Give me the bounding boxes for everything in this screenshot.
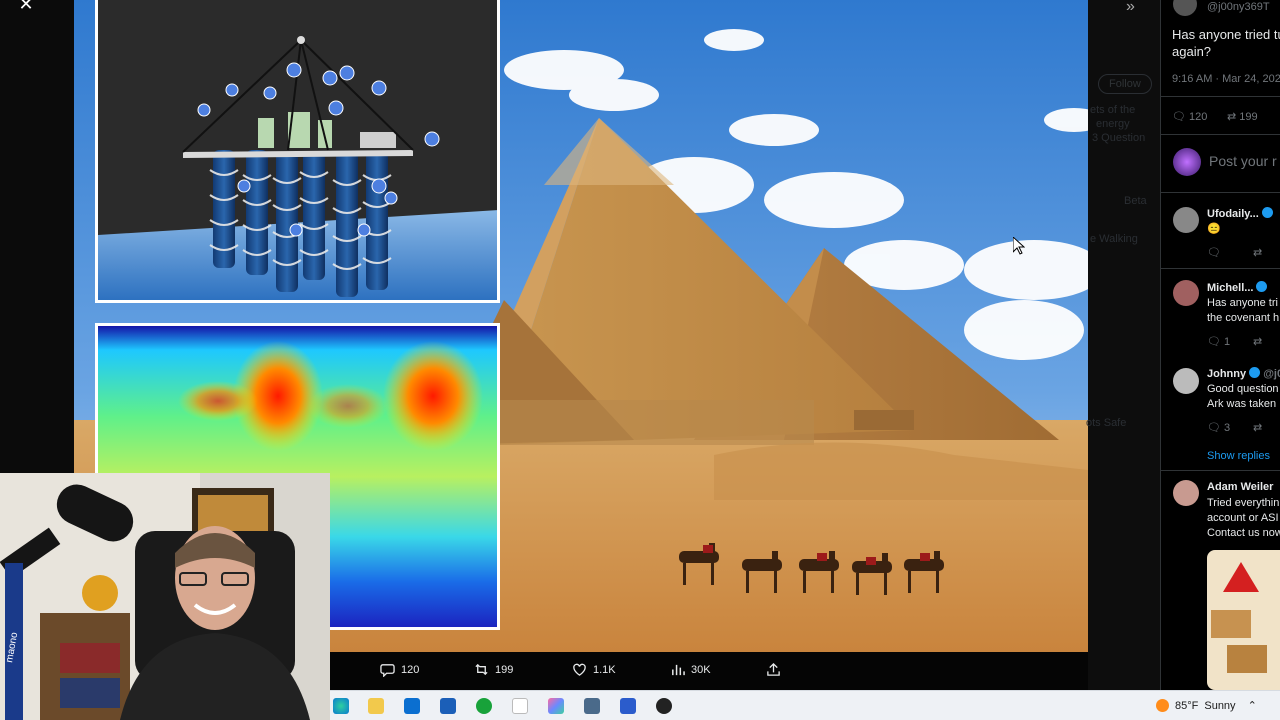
render-3d-panel — [95, 0, 500, 303]
reply-avatar[interactable] — [1173, 480, 1199, 506]
weather-widget[interactable]: 85°F Sunny ⌃ — [1156, 699, 1257, 712]
reply-count: 120 — [401, 663, 420, 676]
reply-avatar[interactable] — [1173, 368, 1199, 394]
divider — [1161, 96, 1280, 97]
reply-author-name[interactable]: Michell... — [1207, 281, 1268, 294]
reply-text: Tried everythin — [1207, 497, 1280, 509]
copilot-icon[interactable] — [548, 698, 564, 714]
chevron-up-icon[interactable]: ⌃ — [1248, 699, 1257, 712]
warning-icon — [1223, 562, 1259, 592]
obs-icon[interactable] — [656, 698, 672, 714]
weather-condition: Sunny — [1204, 699, 1236, 712]
heart-icon — [573, 663, 586, 676]
reply-input[interactable]: Post your r — [1209, 153, 1277, 169]
verified-badge-icon — [1249, 367, 1261, 378]
reply-author-name[interactable]: Johnny @j0 — [1207, 367, 1280, 380]
reply-text: 😑 — [1207, 223, 1221, 235]
ghost-text: 3 Question — [1092, 132, 1146, 144]
reply-text: the covenant h — [1207, 312, 1280, 324]
pillar-structure-render — [98, 0, 497, 300]
reply-avatar[interactable] — [1173, 280, 1199, 306]
reply-text: Good question — [1207, 383, 1279, 395]
reply-icon — [380, 664, 395, 677]
store-icon[interactable] — [404, 698, 420, 714]
reply-text: Ark was taken — [1207, 398, 1277, 410]
ghost-follow-button: Follow — [1098, 74, 1152, 94]
repost-icon: ⇄ — [1227, 111, 1237, 123]
reply-count: 1 — [1224, 336, 1231, 348]
reply-reply-stat[interactable]: 🗨 3 — [1207, 421, 1230, 434]
reply-repost-icon[interactable]: ⇄ — [1253, 246, 1262, 259]
mouse-cursor-icon — [1013, 237, 1025, 255]
ghost-text: Beta — [1124, 195, 1147, 207]
ghost-text: energy — [1096, 118, 1130, 130]
tweet-reply-stat[interactable]: 🗨 120 — [1172, 110, 1207, 123]
tweet-sidebar: @j00ny369T Has anyone tried tu again? 9:… — [1160, 0, 1280, 690]
reply-icon: 🗨 — [1172, 111, 1186, 123]
expand-icon[interactable]: » — [1126, 0, 1135, 16]
tweet-text-line1: Has anyone tried tu — [1172, 27, 1280, 42]
windows-taskbar: 85°F Sunny ⌃ — [330, 690, 1280, 720]
reply-text: account or ASI — [1207, 512, 1279, 524]
repost-action[interactable]: 199 — [474, 662, 513, 677]
repost-count: 199 — [495, 663, 514, 676]
calculator-icon[interactable] — [584, 698, 600, 714]
close-icon[interactable]: ✕ — [16, 0, 36, 14]
file-explorer-icon[interactable] — [368, 698, 384, 714]
reply-avatar[interactable] — [1173, 207, 1199, 233]
views-chart-icon — [672, 664, 685, 676]
ghost-text: e Walking — [1090, 233, 1138, 245]
edge-browser-icon[interactable] — [333, 698, 349, 714]
ghost-text: ets of the — [1090, 104, 1136, 116]
author-handle[interactable]: @j00ny369T — [1207, 1, 1270, 13]
divider — [1161, 268, 1280, 269]
sun-icon — [1156, 699, 1169, 712]
streamer-webcam: maono — [0, 473, 330, 720]
reply-media-image[interactable] — [1207, 550, 1280, 690]
box-icon — [1211, 610, 1251, 638]
notepad-icon[interactable] — [512, 698, 528, 714]
show-replies-link[interactable]: Show replies — [1207, 450, 1270, 462]
views-action[interactable]: 30K — [670, 662, 711, 677]
reply-reply-icon[interactable]: 🗨 — [1207, 246, 1221, 259]
views-count: 30K — [691, 663, 711, 676]
reply-reply-stat[interactable]: 🗨 1 — [1207, 335, 1230, 348]
divider — [1161, 192, 1280, 193]
divider — [1161, 134, 1280, 135]
reply-count: 120 — [1189, 111, 1208, 123]
mail-icon[interactable] — [440, 698, 456, 714]
share-action[interactable] — [766, 662, 781, 677]
current-user-avatar — [1173, 148, 1201, 176]
like-action[interactable]: 1.1K — [572, 662, 616, 677]
verified-badge-icon — [1256, 281, 1268, 292]
webcam-overlay: maono — [0, 473, 330, 720]
reply-text: Has anyone tri — [1207, 297, 1278, 309]
repost-count: 199 — [1239, 111, 1258, 123]
reply-author-name[interactable]: Adam Weiler — [1207, 481, 1273, 493]
like-count: 1.1K — [593, 663, 616, 676]
word-icon[interactable] — [620, 698, 636, 714]
tweet-timestamp[interactable]: 9:16 AM · Mar 24, 202 — [1172, 73, 1280, 85]
reply-repost-icon[interactable]: ⇄ — [1253, 421, 1262, 434]
temperature: 85°F — [1175, 699, 1199, 712]
xbox-icon[interactable] — [476, 698, 492, 714]
screen: ✕ Follow ets of the energy 3 Question Be… — [0, 0, 1280, 720]
ghost-text: ots Safe — [1086, 417, 1127, 429]
verified-badge-icon — [1261, 207, 1273, 218]
reply-author-name[interactable]: Ufodaily... — [1207, 207, 1273, 220]
tweet-text-line2: again? — [1172, 44, 1212, 59]
box-icon — [1227, 645, 1267, 673]
reply-text: Contact us now — [1207, 527, 1280, 539]
share-icon — [767, 662, 780, 676]
reply-action[interactable]: 120 — [380, 662, 419, 677]
divider — [1161, 470, 1280, 471]
reply-repost-icon[interactable]: ⇄ — [1253, 335, 1262, 348]
reply-author-handle: @j0 — [1263, 368, 1280, 380]
repost-icon — [475, 663, 488, 676]
tweet-repost-stat[interactable]: ⇄ 199 — [1227, 110, 1258, 123]
author-avatar[interactable] — [1173, 0, 1197, 16]
reply-count: 3 — [1224, 422, 1231, 434]
